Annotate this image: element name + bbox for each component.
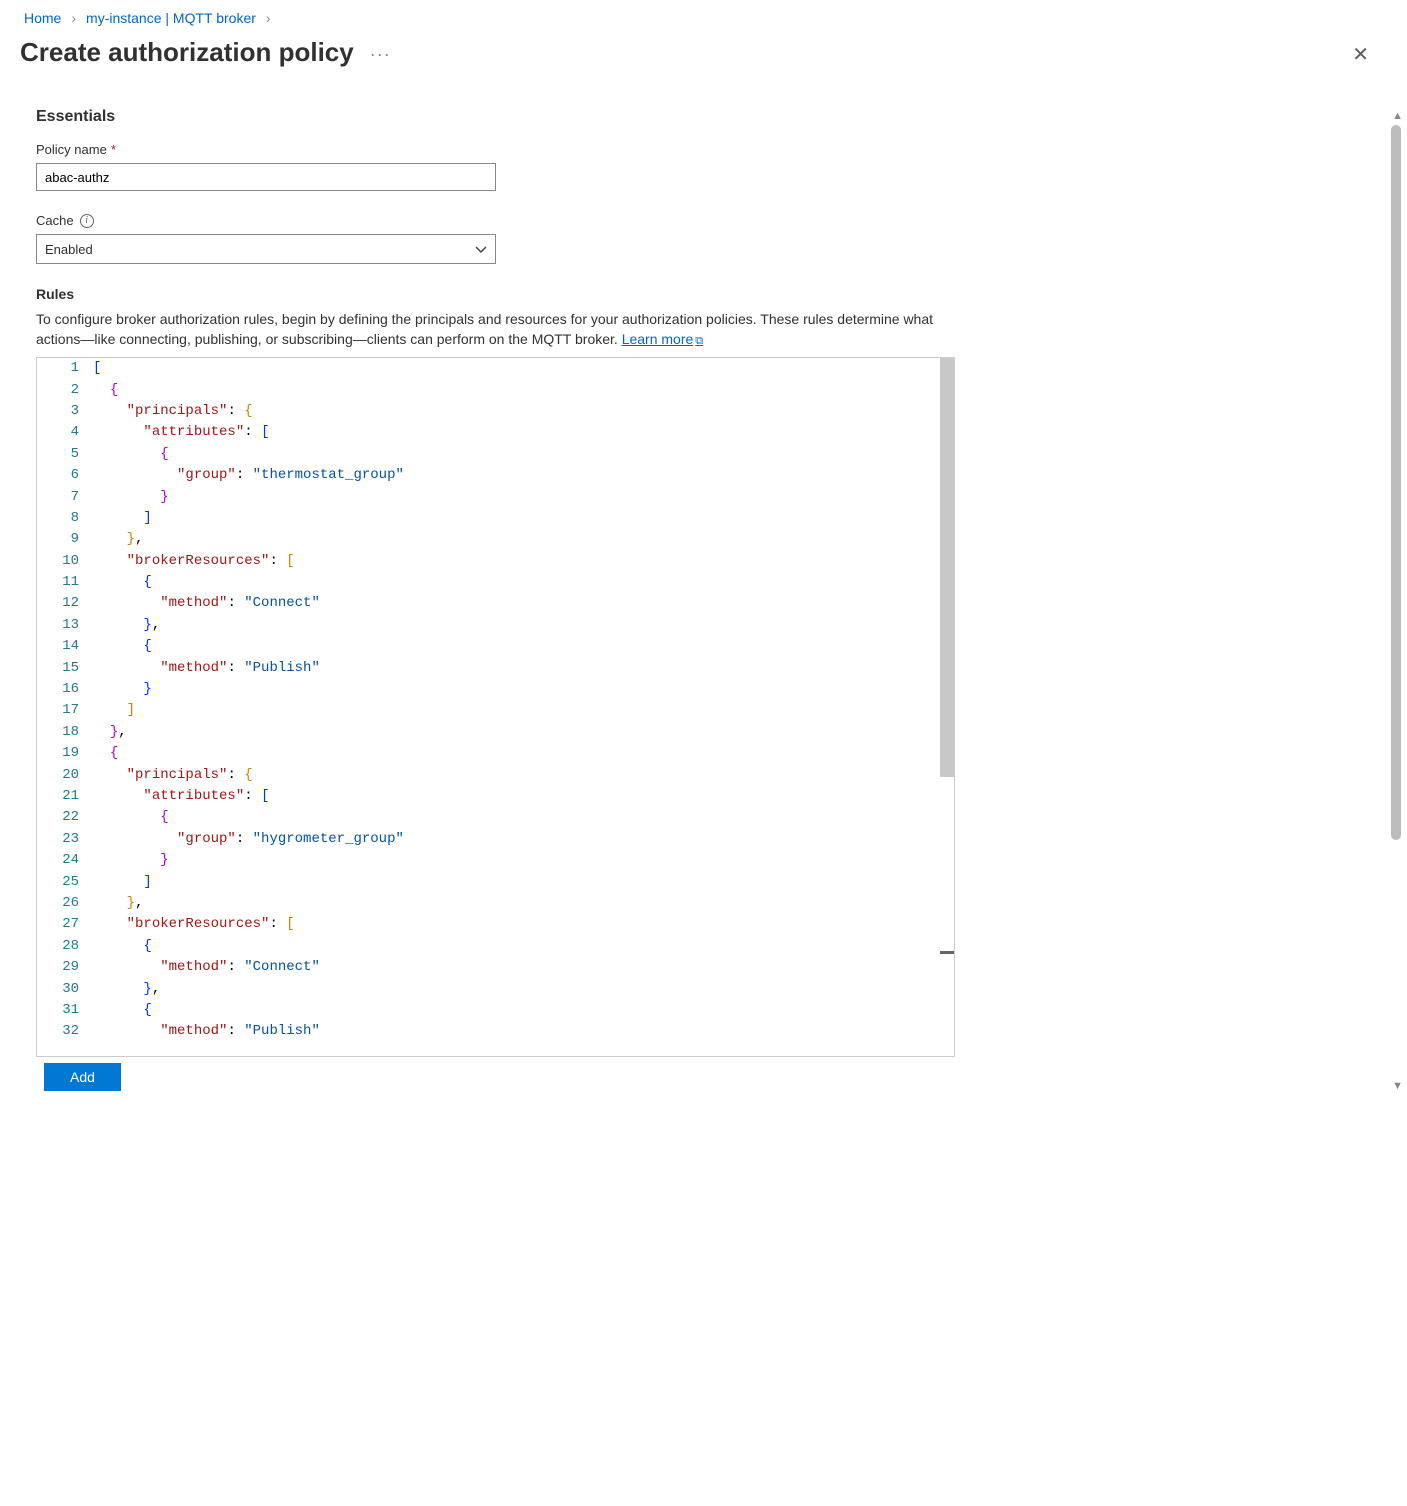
cache-label: Cache i: [36, 213, 1024, 228]
policy-name-input[interactable]: [36, 163, 496, 191]
external-link-icon: ⧉: [695, 335, 703, 347]
cache-select-value: Enabled: [45, 242, 93, 257]
chevron-right-icon: ›: [71, 10, 76, 26]
essentials-heading: Essentials: [36, 108, 1024, 126]
info-icon[interactable]: i: [80, 214, 94, 228]
rules-heading: Rules: [36, 286, 1024, 302]
chevron-right-icon: ›: [266, 10, 271, 26]
close-icon[interactable]: ✕: [1344, 38, 1377, 71]
rules-description: To configure broker authorization rules,…: [36, 310, 936, 349]
breadcrumb: Home › my-instance | MQTT broker ›: [0, 0, 1407, 31]
scroll-down-icon[interactable]: ▼: [1392, 1080, 1403, 1092]
cache-select[interactable]: Enabled: [36, 234, 496, 264]
editor-minimap-mark: [940, 951, 954, 954]
page-title: Create authorization policy: [20, 37, 354, 68]
learn-more-link[interactable]: Learn more⧉: [622, 331, 703, 347]
editor-scrollbar[interactable]: [940, 358, 954, 777]
more-actions-icon[interactable]: ···: [370, 44, 391, 65]
required-indicator: *: [111, 142, 116, 157]
add-button[interactable]: Add: [44, 1063, 121, 1091]
breadcrumb-item-home[interactable]: Home: [24, 10, 61, 26]
breadcrumb-item-instance[interactable]: my-instance | MQTT broker: [86, 10, 256, 26]
rules-json-editor[interactable]: 1234567891011121314151617181920212223242…: [36, 357, 955, 1057]
chevron-down-icon: [475, 242, 487, 257]
page-scrollbar[interactable]: [1391, 125, 1401, 840]
policy-name-label: Policy name*: [36, 142, 1024, 157]
scroll-up-icon[interactable]: ▲: [1392, 110, 1403, 122]
